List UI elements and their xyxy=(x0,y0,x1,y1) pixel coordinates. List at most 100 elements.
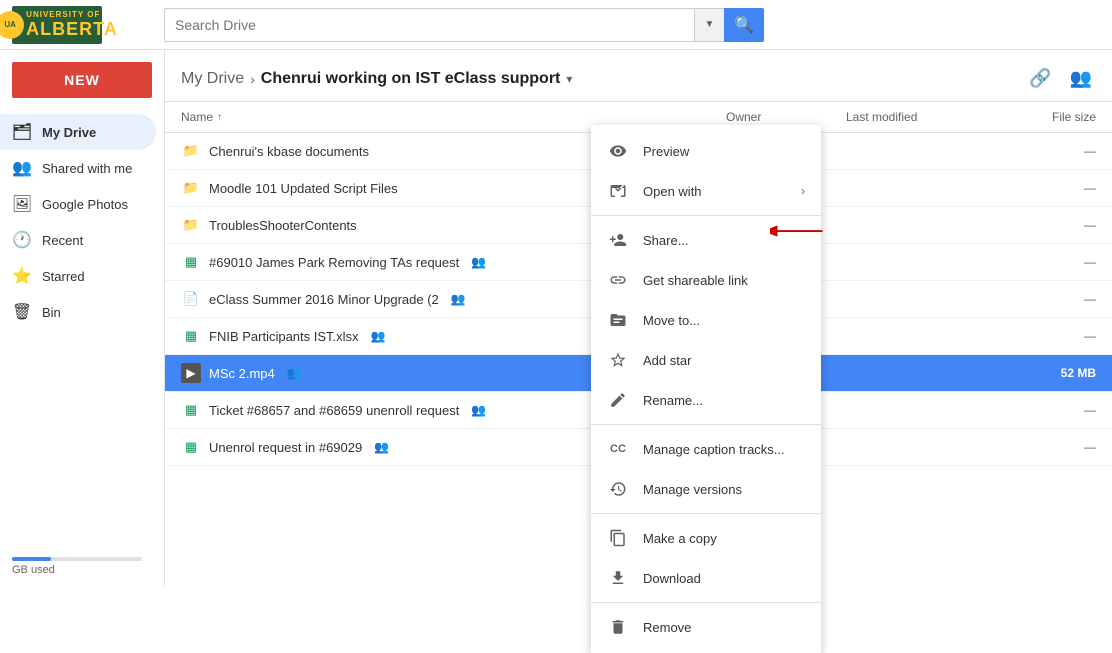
sidebar-item-label: Shared with me xyxy=(42,161,132,176)
file-name: Ticket #68657 and #68659 unenroll reques… xyxy=(209,403,459,418)
chevron-down-icon: ▼ xyxy=(705,19,715,30)
sidebar-item-my-drive[interactable]: 🗂 My Drive xyxy=(0,114,156,150)
context-menu-label: Make a copy xyxy=(643,531,717,546)
storage-bar xyxy=(12,557,142,561)
link-action-button[interactable]: 🔗 xyxy=(1025,64,1055,93)
open-with-icon xyxy=(607,180,629,202)
my-drive-icon: 🗂 xyxy=(12,122,32,142)
sheet-icon: ▦ xyxy=(181,400,201,420)
bin-icon: 🗑 xyxy=(12,302,32,322)
sidebar-item-photos[interactable]: 🖼 Google Photos xyxy=(0,186,156,222)
context-menu-move[interactable]: Move to... xyxy=(591,300,821,340)
header-name[interactable]: Name ↑ xyxy=(181,110,726,124)
context-menu-label: Move to... xyxy=(643,313,700,328)
preview-icon xyxy=(607,140,629,162)
main-layout: NEW 🗂 My Drive 👥 Shared with me 🖼 Google… xyxy=(0,50,1112,586)
breadcrumb-separator: › xyxy=(250,71,255,87)
shared-people-icon: 👥 xyxy=(451,292,466,306)
shared-people-icon: 👥 xyxy=(471,403,486,417)
search-bar[interactable]: ▼ 🔍 xyxy=(164,8,764,42)
versions-icon xyxy=(607,478,629,500)
sheet-icon: ▦ xyxy=(181,252,201,272)
context-menu-label: Remove xyxy=(643,620,691,635)
file-size: — xyxy=(996,255,1096,269)
file-size: — xyxy=(996,440,1096,454)
sidebar-item-recent[interactable]: 🕐 Recent xyxy=(0,222,156,258)
file-name: Unenrol request in #69029 xyxy=(209,440,362,455)
shared-people-icon: 👥 xyxy=(471,255,486,269)
logo-area: UA UNIVERSITY OF ALBERTA xyxy=(12,6,152,44)
storage-bar-fill xyxy=(12,557,51,561)
sidebar-item-starred[interactable]: ⭐ Starred xyxy=(0,258,156,294)
context-menu-download[interactable]: Download xyxy=(591,558,821,598)
file-size: 52 MB xyxy=(996,366,1096,380)
folder-icon: 📁 xyxy=(181,141,201,161)
file-name: Chenrui's kbase documents xyxy=(209,144,369,159)
new-button[interactable]: NEW xyxy=(12,62,152,98)
context-menu-label: Manage caption tracks... xyxy=(643,442,785,457)
file-size: — xyxy=(996,329,1096,343)
shared-icon: 👥 xyxy=(12,158,32,178)
sheet-icon: ▦ xyxy=(181,326,201,346)
caption-icon: CC xyxy=(607,438,629,460)
file-size: — xyxy=(996,181,1096,195)
copy-icon xyxy=(607,527,629,549)
file-name: TroublesShooterContents xyxy=(209,218,357,233)
context-menu-label: Get shareable link xyxy=(643,273,748,288)
logo-main-text: ALBERTA xyxy=(26,19,118,40)
move-to-icon xyxy=(607,309,629,331)
search-dropdown-button[interactable]: ▼ xyxy=(694,8,724,42)
header-owner[interactable]: Owner xyxy=(726,110,846,124)
context-menu-versions[interactable]: Manage versions xyxy=(591,469,821,509)
starred-icon: ⭐ xyxy=(12,266,32,286)
context-menu-label: Share... xyxy=(643,233,689,248)
context-menu-copy[interactable]: Make a copy xyxy=(591,518,821,558)
folder-icon: 📁 xyxy=(181,215,201,235)
share-icon xyxy=(607,229,629,251)
search-input[interactable] xyxy=(164,8,694,42)
sidebar-item-shared[interactable]: 👥 Shared with me xyxy=(0,150,156,186)
university-logo: UA UNIVERSITY OF ALBERTA xyxy=(12,6,102,44)
star-icon xyxy=(607,349,629,371)
search-icon: 🔍 xyxy=(734,15,754,35)
context-menu-label: Add star xyxy=(643,353,691,368)
context-menu-open-with[interactable]: Open with › xyxy=(591,171,821,211)
search-button[interactable]: 🔍 xyxy=(724,8,764,42)
sidebar-item-label: Bin xyxy=(42,305,61,320)
context-menu: Preview Open with › Share... Get shareab… xyxy=(591,125,821,653)
header-modified[interactable]: Last modified xyxy=(846,110,996,124)
file-size: — xyxy=(996,292,1096,306)
sidebar-item-bin[interactable]: 🗑 Bin xyxy=(0,294,156,330)
breadcrumb-root[interactable]: My Drive xyxy=(181,70,244,88)
folder-icon: 📁 xyxy=(181,178,201,198)
file-size: — xyxy=(996,218,1096,232)
sort-arrow: ↑ xyxy=(217,112,222,123)
context-menu-label: Download xyxy=(643,571,701,586)
shared-people-icon: 👥 xyxy=(371,329,386,343)
photos-icon: 🖼 xyxy=(12,194,32,214)
sidebar-item-label: Starred xyxy=(42,269,85,284)
context-menu-remove[interactable]: Remove xyxy=(591,607,821,647)
context-menu-rename[interactable]: Rename... xyxy=(591,380,821,420)
header-size[interactable]: File size xyxy=(996,110,1096,124)
context-menu-label: Manage versions xyxy=(643,482,742,497)
breadcrumb-bar: My Drive › Chenrui working on IST eClass… xyxy=(165,50,1112,102)
video-icon: ▶ xyxy=(181,363,201,383)
sidebar: NEW 🗂 My Drive 👥 Shared with me 🖼 Google… xyxy=(0,50,165,586)
breadcrumb: My Drive › Chenrui working on IST eClass… xyxy=(181,70,572,88)
remove-icon xyxy=(607,616,629,638)
shared-people-icon: 👥 xyxy=(374,440,389,454)
sidebar-item-label: My Drive xyxy=(42,125,96,140)
file-name: Moodle 101 Updated Script Files xyxy=(209,181,398,196)
recent-icon: 🕐 xyxy=(12,230,32,250)
breadcrumb-current: Chenrui working on IST eClass support xyxy=(261,70,561,88)
people-action-button[interactable]: 👥 xyxy=(1066,64,1096,93)
context-menu-divider xyxy=(591,513,821,514)
breadcrumb-dropdown-icon[interactable]: ▾ xyxy=(566,72,572,86)
context-menu-preview[interactable]: Preview xyxy=(591,131,821,171)
sheet-icon: ▦ xyxy=(181,437,201,457)
context-menu-get-link[interactable]: Get shareable link xyxy=(591,260,821,300)
context-menu-star[interactable]: Add star xyxy=(591,340,821,380)
sidebar-item-label: Recent xyxy=(42,233,83,248)
context-menu-caption[interactable]: CC Manage caption tracks... xyxy=(591,429,821,469)
